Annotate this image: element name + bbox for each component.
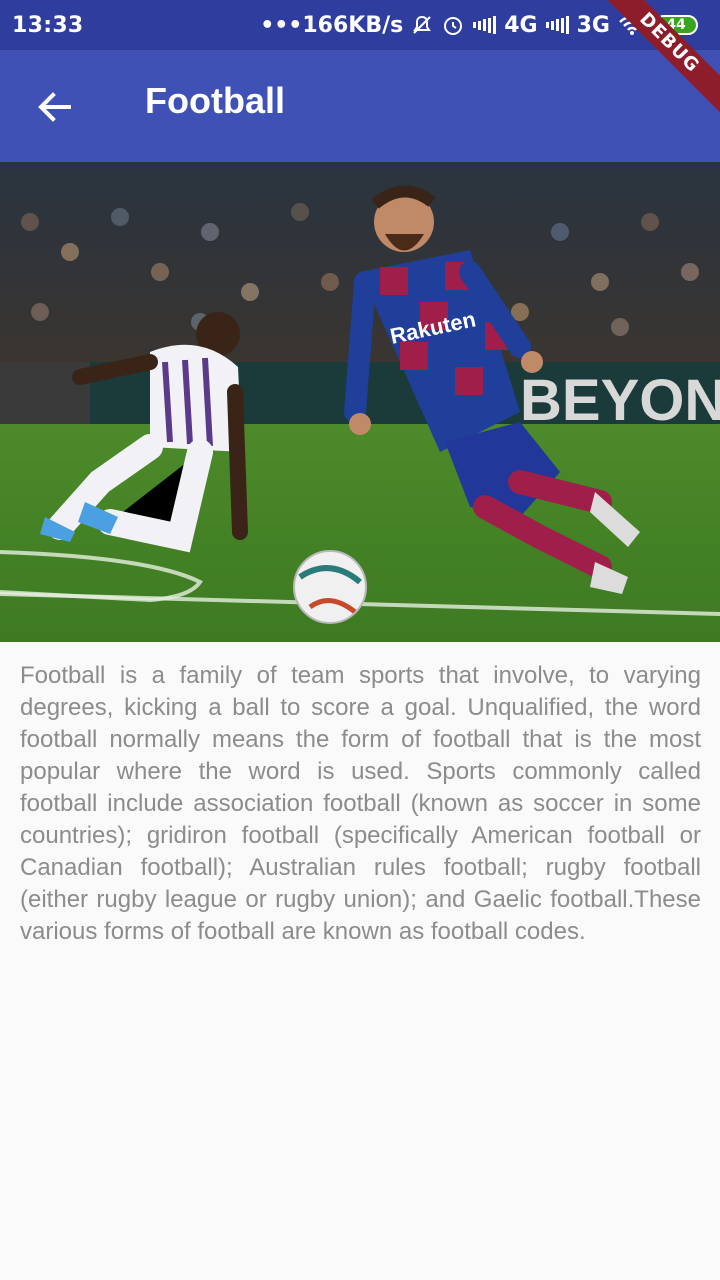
back-button[interactable] xyxy=(26,78,84,136)
signal-icon xyxy=(473,16,497,34)
board-text: BEYON xyxy=(520,368,720,433)
football-icon xyxy=(293,550,367,624)
signal-icon-2 xyxy=(545,16,569,34)
status-time: 13:33 xyxy=(12,12,84,38)
arrow-left-icon xyxy=(38,92,71,122)
status-bar: 13:33 •••166KB/s 4G 3G 44 xyxy=(0,0,720,50)
mute-icon xyxy=(411,14,433,36)
page-title: Football xyxy=(145,80,285,121)
network-speed: •••166KB/s xyxy=(260,12,404,38)
app-bar: Football xyxy=(0,50,720,162)
network-label-1: 4G xyxy=(504,12,538,38)
description-text: Football is a family of team sports that… xyxy=(20,662,701,945)
alarm-icon xyxy=(441,13,465,37)
network-label-2: 3G xyxy=(576,12,610,38)
hero-image: BEYON Rakuten xyxy=(0,162,720,642)
